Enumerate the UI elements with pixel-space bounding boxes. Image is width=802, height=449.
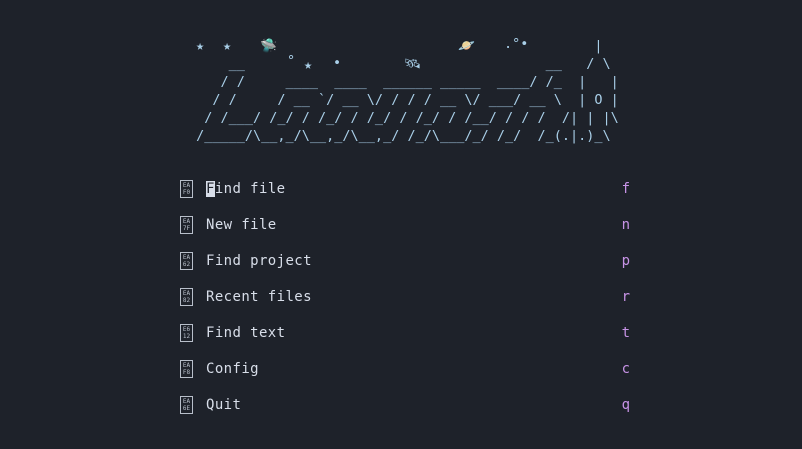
menu-item-config[interactable]: EA F8 Config c [180, 357, 630, 381]
menu-item-find-project[interactable]: EA 62 Find project p [180, 249, 630, 273]
quit-icon: EA 6E [180, 396, 193, 414]
menu-item-quit[interactable]: EA 6E Quit q [180, 393, 630, 417]
icon-code-bottom: F0 [182, 189, 191, 196]
shortcut-key: f [621, 181, 630, 197]
banner-line: / /___/ /_/ / /_/ / /_/ / /_/ / /__/ / /… [188, 110, 619, 126]
menu-item-new-file[interactable]: EA 7F New file n [180, 213, 630, 237]
gear-icon: EA F8 [180, 360, 193, 378]
icon-code-bottom: 6E [182, 405, 191, 412]
new-file-icon: EA 7F [180, 216, 193, 234]
icon-code-bottom: 62 [182, 261, 191, 268]
project-icon: EA 62 [180, 252, 193, 270]
shortcut-key: r [621, 289, 630, 305]
icon-code-top: EA [182, 218, 191, 225]
menu-item-label: Config [206, 361, 259, 377]
banner-line: __ __ / \ [188, 56, 611, 72]
menu-item-label: Recent files [206, 289, 312, 305]
menu-item-label: Find project [206, 253, 312, 269]
icon-code-bottom: 12 [182, 333, 191, 340]
menu-item-find-file[interactable]: EA F0 Find file f [180, 177, 630, 201]
shortcut-key: q [621, 397, 630, 413]
banner-line: | [188, 38, 603, 54]
menu-item-label: Find text [206, 325, 286, 341]
icon-code-top: E6 [182, 326, 191, 333]
text-cursor: F [206, 181, 215, 197]
menu-item-label: Quit [206, 397, 242, 413]
shortcut-key: n [621, 217, 630, 233]
shortcut-key: t [621, 325, 630, 341]
menu-item-label-rest: ind file [214, 181, 286, 197]
icon-code-bottom: F8 [182, 369, 191, 376]
menu-item-recent-files[interactable]: EA 82 Recent files r [180, 285, 630, 309]
banner-line: / / ____ ____ ______ _____ ____/ /_ | | [188, 74, 619, 90]
banner-line: / / / __ `/ __ \/ / / / __ \/ ___/ __ \ … [188, 92, 619, 108]
icon-code-top: EA [182, 290, 191, 297]
icon-code-top: EA [182, 362, 191, 369]
history-icon: EA 82 [180, 288, 193, 306]
icon-code-bottom: 7F [182, 225, 191, 232]
dashboard-banner: ★ ★ 🛸 ° ★ • 🛰 🪐 .°• | __ __ / \ / / ____… [188, 36, 619, 144]
search-file-icon: EA F0 [180, 180, 193, 198]
menu-item-label: New file [206, 217, 277, 233]
menu-item-find-text[interactable]: E6 12 Find text t [180, 321, 630, 345]
shortcut-key: p [621, 253, 630, 269]
icon-code-bottom: 82 [182, 297, 191, 304]
icon-code-top: EA [182, 254, 191, 261]
icon-code-top: EA [182, 398, 191, 405]
shortcut-key: c [621, 361, 630, 377]
icon-code-top: EA [182, 182, 191, 189]
text-search-icon: E6 12 [180, 324, 193, 342]
banner-line: /_____/\__,_/\__,_/\__,_/ /_/\___/_/ /_/… [188, 128, 611, 144]
menu-item-label: Find file [206, 181, 285, 197]
